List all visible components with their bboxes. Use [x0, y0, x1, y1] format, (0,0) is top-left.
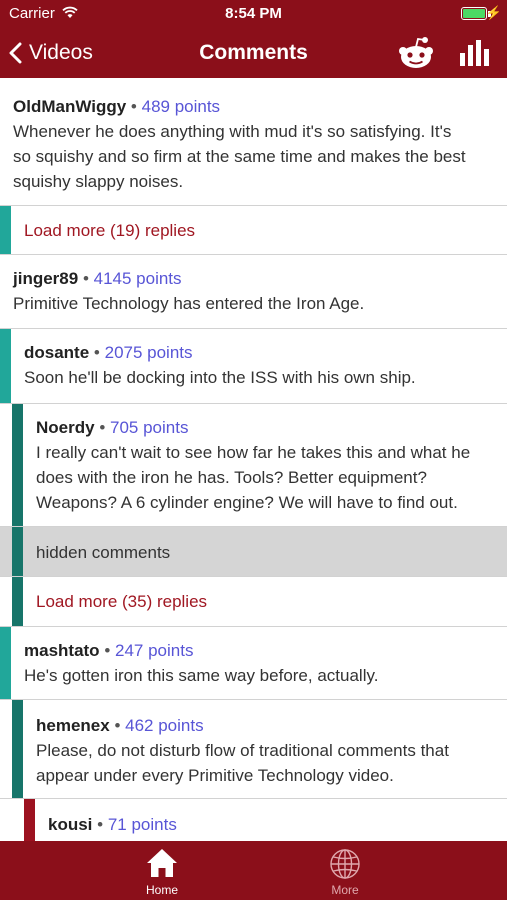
comment-header: kousi • 71 points [48, 814, 177, 836]
comment-line: so squishy and so firm at the same time … [13, 147, 466, 166]
comment-line: He's gotten iron this same way before, a… [24, 666, 379, 685]
tab-bar: Home More [0, 841, 507, 900]
clock: 8:54 PM [225, 5, 282, 22]
depth-indicator [0, 329, 11, 403]
home-icon [147, 849, 177, 877]
comment-body: I really can't wait to see how far he ta… [36, 440, 470, 515]
comment-line: Primitive Technology has entered the Iro… [13, 294, 365, 313]
load-more-row[interactable]: Load more (35) replies [0, 577, 507, 627]
battery-icon [461, 7, 487, 20]
comment-header: dosante • 2075 points [24, 342, 193, 364]
separator-dot: • [114, 716, 121, 735]
depth-indicator [0, 206, 11, 254]
comment-points: 2075 points [104, 343, 193, 362]
tab-more[interactable]: More [305, 841, 385, 900]
comment-author[interactable]: kousi [48, 815, 92, 834]
depth-indicator [12, 527, 23, 576]
comment-line: Weapons? A 6 cylinder engine? We will ha… [36, 493, 458, 512]
comment-row[interactable]: dosante • 2075 points Soon he'll be dock… [0, 329, 507, 404]
stats-button[interactable] [458, 39, 490, 67]
comment-line: appear under every Primitive Technology … [36, 766, 394, 785]
navigation-bar: Videos Comments [0, 28, 507, 78]
comment-points: 489 points [141, 97, 221, 116]
comment-body: Primitive Technology has entered the Iro… [13, 291, 364, 316]
separator-dot: • [97, 815, 104, 834]
comment-author[interactable]: dosante [24, 343, 89, 362]
separator-dot: • [99, 418, 106, 437]
comment-header: mashtato • 247 points [24, 640, 193, 662]
comment-body: Please, do not disturb flow of tradition… [36, 738, 449, 788]
separator-dot: • [130, 97, 137, 116]
comment-line: I really can't wait to see how far he ta… [36, 443, 471, 462]
comment-row[interactable]: Noerdy • 705 points I really can't wait … [0, 404, 507, 527]
comment-body: He's gotten iron this same way before, a… [24, 663, 378, 688]
comment-points: 462 points [125, 716, 204, 735]
comment-points: 247 points [115, 641, 194, 660]
comment-author[interactable]: hemenex [36, 716, 110, 735]
status-bar: Carrier 8:54 PM ⚡ [0, 0, 507, 28]
comment-header: Noerdy • 705 points [36, 417, 188, 439]
depth-indicator [24, 799, 35, 841]
comment-line: Whenever he does anything with mud it's … [13, 122, 452, 141]
comment-row[interactable]: jinger89 • 4145 points Primitive Technol… [0, 255, 507, 329]
depth-indicator [0, 627, 11, 699]
tab-home[interactable]: Home [122, 841, 202, 900]
comment-line: Please, do not disturb flow of tradition… [36, 741, 449, 760]
comment-header: hemenex • 462 points [36, 715, 204, 737]
comment-points: 4145 points [93, 269, 182, 288]
comment-points: 71 points [107, 815, 177, 834]
comment-row[interactable]: hemenex • 462 points Please, do not dist… [0, 700, 507, 799]
separator-dot: • [104, 641, 111, 660]
depth-indicator [12, 700, 23, 798]
separator-dot: • [93, 343, 100, 362]
load-more-link[interactable]: Load more (19) replies [24, 221, 195, 241]
comment-author[interactable]: OldManWiggy [13, 97, 126, 116]
comment-author[interactable]: Noerdy [36, 418, 95, 437]
load-more-link[interactable]: Load more (35) replies [36, 592, 207, 612]
comment-line: squishy slappy noises. [13, 172, 184, 191]
tab-more-label: More [331, 883, 359, 897]
comment-header: jinger89 • 4145 points [13, 268, 182, 290]
load-more-row[interactable]: Load more (19) replies [0, 206, 507, 255]
tab-home-label: Home [145, 883, 178, 897]
comment-points: 705 points [110, 418, 189, 437]
comment-header: OldManWiggy • 489 points [13, 96, 220, 118]
depth-indicator [12, 577, 23, 626]
comment-row[interactable]: OldManWiggy • 489 points Whenever he doe… [0, 80, 507, 206]
comment-list[interactable]: OldManWiggy • 489 points Whenever he doe… [0, 80, 507, 841]
hidden-comments-row[interactable]: hidden comments [0, 527, 507, 577]
separator-dot: • [82, 269, 89, 288]
hidden-comments-label[interactable]: hidden comments [36, 543, 170, 563]
globe-icon [330, 849, 360, 879]
comment-row[interactable]: kousi • 71 points [0, 799, 507, 841]
comment-line: does with the iron he has. Tools? Better… [36, 468, 427, 487]
reddit-alien-icon [399, 37, 433, 68]
comment-body: Whenever he does anything with mud it's … [13, 119, 466, 194]
comment-row[interactable]: mashtato • 247 points He's gotten iron t… [0, 627, 507, 700]
bar-chart-icon [460, 40, 489, 66]
reddit-button[interactable] [397, 36, 435, 70]
comment-body: Soon he'll be docking into the ISS with … [24, 365, 416, 390]
comment-author[interactable]: mashtato [24, 641, 100, 660]
charging-icon: ⚡ [485, 5, 502, 20]
comment-line: Soon he'll be docking into the ISS with … [24, 368, 416, 387]
comment-author[interactable]: jinger89 [13, 269, 78, 288]
depth-indicator [12, 404, 23, 526]
